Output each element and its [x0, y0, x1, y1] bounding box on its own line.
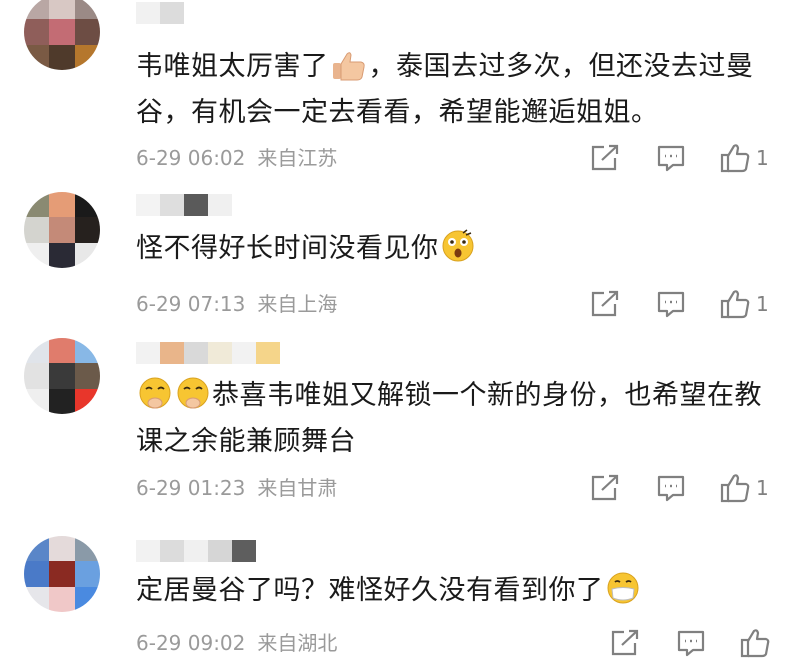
comment-icon — [657, 145, 685, 172]
comment-text: 定居曼谷了吗？难怪好久没有看到你了 — [136, 571, 776, 617]
comment-location: 来自上海 — [257, 292, 338, 316]
like-button[interactable]: 1 — [720, 473, 769, 503]
share-button[interactable] — [590, 473, 620, 503]
like-icon — [740, 629, 770, 658]
username-blurred[interactable] — [136, 540, 256, 562]
comment-text: 怪不得好长时间没看见你 — [136, 229, 776, 275]
share-icon — [591, 290, 619, 317]
comment-icon — [657, 475, 685, 502]
comment-date: 6-29 07:13 — [136, 292, 246, 316]
comment-button[interactable] — [656, 289, 686, 319]
mask-face-emoji-icon — [606, 571, 640, 617]
comment-date: 6-29 09:02 — [136, 631, 246, 655]
comment-date: 6-29 06:02 — [136, 146, 246, 170]
share-icon — [611, 629, 639, 656]
avatar[interactable] — [24, 192, 100, 268]
comment-location: 来自甘肃 — [257, 476, 338, 500]
thumbs-up-emoji-icon — [331, 51, 367, 93]
share-button[interactable] — [590, 289, 620, 319]
comment-meta: 6-29 06:02 来自江苏 — [136, 144, 337, 172]
like-button[interactable]: 1 — [720, 289, 769, 319]
comment-button[interactable] — [656, 143, 686, 173]
comment-actions: 1 — [590, 473, 780, 503]
share-button[interactable] — [590, 143, 620, 173]
comment-meta: 6-29 01:23 来自甘肃 — [136, 474, 337, 502]
comment-actions — [590, 628, 780, 658]
like-icon — [720, 474, 750, 503]
share-button[interactable] — [610, 628, 640, 658]
comment-meta: 6-29 09:02 来自湖北 — [136, 629, 337, 657]
comment-text-part: 恭喜韦唯姐又解锁一个新的身份，也希望在教课之余能兼顾舞台 — [136, 380, 762, 457]
username-blurred[interactable] — [136, 342, 280, 364]
comment-text: 韦唯姐太厉害了 ，泰国去过多次，但还没去过曼谷，有机会一定去看看，希望能邂逅姐姐。 — [136, 47, 776, 133]
shocked-face-emoji-icon — [441, 229, 475, 275]
comment-icon — [657, 291, 685, 318]
comment-button[interactable] — [656, 473, 686, 503]
comment-text-part: 怪不得好长时间没看见你 — [136, 233, 439, 264]
like-icon — [720, 144, 750, 173]
comment-actions: 1 — [590, 289, 780, 319]
like-button[interactable] — [740, 628, 776, 658]
avatar[interactable] — [24, 338, 100, 414]
username-blurred[interactable] — [136, 2, 184, 24]
username-blurred[interactable] — [136, 194, 232, 216]
avatar[interactable] — [24, 0, 100, 70]
avatar[interactable] — [24, 536, 100, 612]
share-icon — [591, 474, 619, 501]
comment-icon — [677, 630, 705, 657]
like-icon — [720, 290, 750, 319]
like-count: 1 — [756, 292, 769, 316]
comment-meta: 6-29 07:13 来自上海 — [136, 290, 337, 318]
like-count: 1 — [756, 146, 769, 170]
shushing-face-emoji-icon — [176, 376, 210, 422]
like-button[interactable]: 1 — [720, 143, 769, 173]
comment-actions: 1 — [590, 143, 780, 173]
comment-text-part: 韦唯姐太厉害了 — [136, 51, 329, 82]
comment-text: 恭喜韦唯姐又解锁一个新的身份，也希望在教课之余能兼顾舞台 — [136, 376, 776, 462]
share-icon — [591, 144, 619, 171]
comment-location: 来自江苏 — [257, 146, 338, 170]
shushing-face-emoji-icon — [138, 376, 172, 422]
comment-button[interactable] — [676, 628, 706, 658]
like-count: 1 — [756, 476, 769, 500]
comment-text-part: 定居曼谷了吗？难怪好久没有看到你了 — [136, 575, 604, 606]
comment-location: 来自湖北 — [257, 631, 338, 655]
comment-date: 6-29 01:23 — [136, 476, 246, 500]
